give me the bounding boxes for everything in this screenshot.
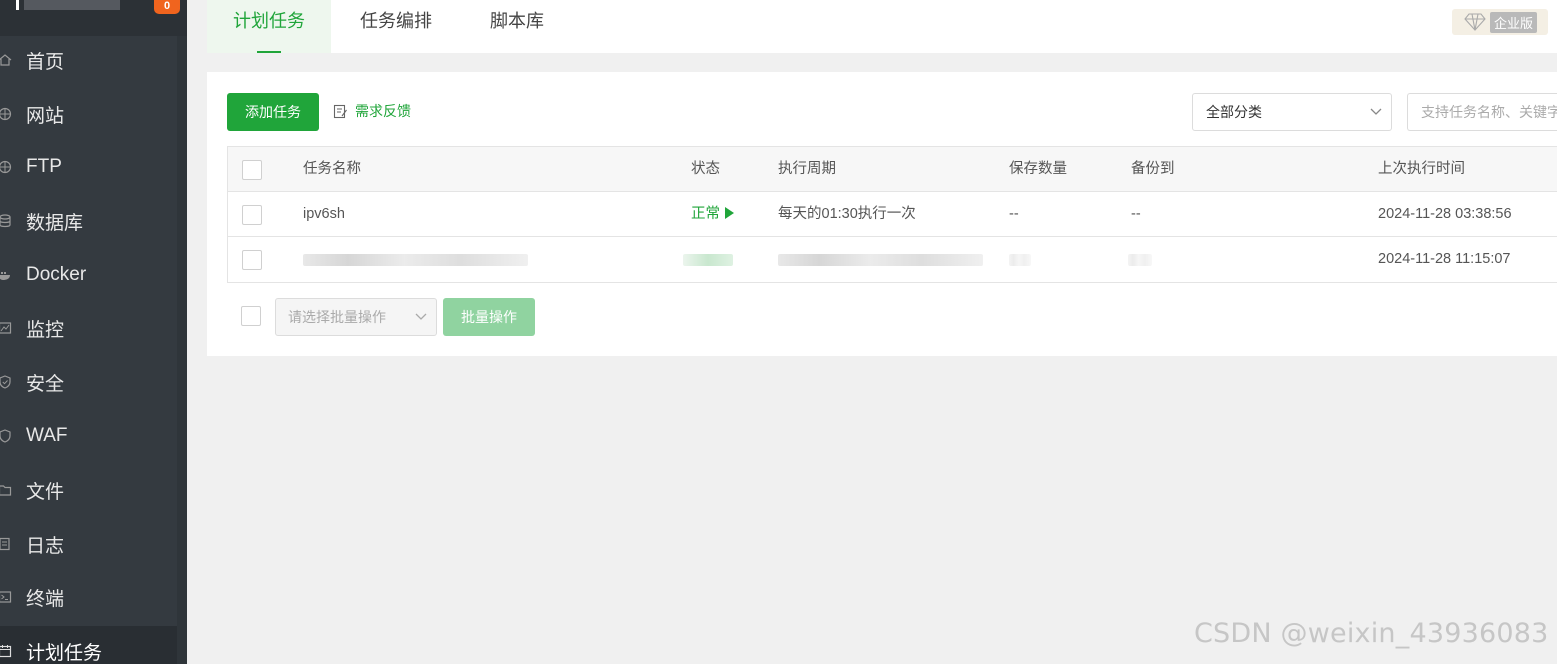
sidebar-item-ftp[interactable]: FTP bbox=[0, 142, 177, 192]
docker-icon bbox=[0, 268, 26, 282]
terminal-icon bbox=[0, 590, 26, 604]
edit-note-icon bbox=[333, 104, 347, 118]
sidebar-header: 0 bbox=[0, 0, 187, 36]
play-icon bbox=[725, 207, 734, 219]
batch-select-all-checkbox[interactable] bbox=[241, 306, 261, 326]
task-status-blurred[interactable] bbox=[683, 254, 733, 266]
waf-shield-icon bbox=[0, 429, 26, 443]
row-checkbox[interactable] bbox=[242, 205, 262, 225]
category-select-value: 全部分类 bbox=[1206, 104, 1262, 120]
diamond-icon bbox=[1464, 13, 1486, 31]
ftp-globe-icon bbox=[0, 160, 26, 174]
tab-task-orchestration[interactable]: 任务编排 bbox=[335, 0, 457, 53]
tab-scheduled-tasks[interactable]: 计划任务 bbox=[207, 0, 331, 53]
sidebar-item-label: 文件 bbox=[26, 481, 65, 503]
sidebar: 0 首页 网站 FTP 数据库 Docker 监控 安全 WAF 文件 日志 终… bbox=[0, 0, 187, 664]
shield-icon bbox=[0, 375, 26, 389]
sidebar-item-label: Docker bbox=[26, 264, 87, 285]
sidebar-header-mark bbox=[16, 0, 19, 10]
sidebar-item-label: WAF bbox=[26, 425, 68, 446]
folder-icon bbox=[0, 483, 26, 497]
select-all-checkbox[interactable] bbox=[242, 160, 262, 180]
log-icon bbox=[0, 537, 26, 551]
col-header-save-count[interactable]: 保存数量 bbox=[1009, 147, 1067, 192]
calendar-icon bbox=[0, 644, 26, 658]
task-backup-to: -- bbox=[1131, 206, 1141, 222]
add-task-button[interactable]: 添加任务 bbox=[227, 93, 319, 131]
status-text: 正常 bbox=[691, 206, 720, 222]
sidebar-item-waf[interactable]: WAF bbox=[0, 411, 177, 461]
database-icon bbox=[0, 214, 26, 228]
sidebar-item-label: 网站 bbox=[26, 105, 65, 127]
feedback-link[interactable]: 需求反馈 bbox=[333, 101, 411, 121]
sidebar-item-website[interactable]: 网站 bbox=[0, 89, 177, 139]
top-tab-bar: 计划任务 任务编排 脚本库 bbox=[207, 0, 1557, 53]
sidebar-item-label: FTP bbox=[26, 156, 62, 177]
task-last-run: 2024-11-28 03:38:56 bbox=[1378, 206, 1512, 222]
col-header-backup-to[interactable]: 备份到 bbox=[1131, 147, 1175, 192]
search-input[interactable]: 支持任务名称、关键字 bbox=[1407, 93, 1557, 131]
task-status[interactable]: 正常 bbox=[691, 192, 734, 237]
table-row[interactable]: 2024-11-28 11:15:07 bbox=[228, 237, 1557, 282]
row-checkbox[interactable] bbox=[242, 250, 262, 270]
task-save-count-blurred bbox=[1009, 254, 1031, 266]
sidebar-item-logs[interactable]: 日志 bbox=[0, 519, 177, 569]
enterprise-label: 企业版 bbox=[1490, 11, 1538, 33]
feedback-label: 需求反馈 bbox=[355, 103, 411, 119]
sidebar-item-label: 终端 bbox=[26, 588, 65, 610]
col-header-cycle[interactable]: 执行周期 bbox=[778, 147, 836, 192]
home-icon bbox=[0, 53, 26, 67]
chevron-down-icon bbox=[415, 313, 427, 320]
task-cycle-blurred bbox=[778, 254, 983, 266]
table-header-row: 任务名称 状态 执行周期 保存数量 备份到 上次执行时间 bbox=[228, 147, 1557, 192]
chevron-down-icon bbox=[1370, 108, 1382, 115]
task-panel: 添加任务 需求反馈 全部分类 支持任务名称、关键字 任务名称 状态 执行周期 保… bbox=[207, 72, 1557, 356]
sidebar-item-label: 安全 bbox=[26, 373, 65, 395]
task-name[interactable]: ipv6sh bbox=[303, 192, 345, 237]
server-name-blurred bbox=[24, 0, 120, 10]
task-backup-to-blurred bbox=[1128, 254, 1152, 266]
col-header-status[interactable]: 状态 bbox=[691, 147, 720, 192]
task-table: 任务名称 状态 执行周期 保存数量 备份到 上次执行时间 ipv6sh 正常 每… bbox=[227, 146, 1557, 283]
sidebar-item-home[interactable]: 首页 bbox=[0, 35, 177, 85]
batch-operation-button[interactable]: 批量操作 bbox=[443, 298, 535, 336]
batch-select-placeholder: 请选择批量操作 bbox=[288, 309, 386, 325]
task-save-count: -- bbox=[1009, 206, 1019, 222]
sidebar-item-label: 首页 bbox=[26, 51, 65, 73]
task-name-blurred[interactable] bbox=[303, 254, 528, 266]
monitor-chart-icon bbox=[0, 321, 26, 335]
globe-icon bbox=[0, 107, 26, 121]
sidebar-item-label: 计划任务 bbox=[26, 642, 103, 664]
sidebar-item-monitor[interactable]: 监控 bbox=[0, 303, 177, 353]
category-select[interactable]: 全部分类 bbox=[1192, 93, 1392, 131]
notification-badge[interactable]: 0 bbox=[154, 0, 180, 14]
sidebar-item-terminal[interactable]: 终端 bbox=[0, 572, 177, 622]
sidebar-item-scheduled-tasks[interactable]: 计划任务 bbox=[0, 626, 177, 664]
col-header-last-run[interactable]: 上次执行时间 bbox=[1378, 147, 1465, 192]
task-last-run: 2024-11-28 11:15:07 bbox=[1378, 251, 1511, 267]
csdn-watermark: CSDN @weixin_43936083 bbox=[1194, 618, 1549, 649]
sidebar-item-label: 监控 bbox=[26, 319, 65, 341]
task-cycle: 每天的01:30执行一次 bbox=[778, 206, 916, 222]
sidebar-item-label: 日志 bbox=[26, 535, 65, 557]
sidebar-item-docker[interactable]: Docker bbox=[0, 250, 177, 300]
sidebar-item-label: 数据库 bbox=[26, 212, 84, 234]
enterprise-edition-badge[interactable]: 企业版 bbox=[1452, 9, 1548, 35]
table-row[interactable]: ipv6sh 正常 每天的01:30执行一次 -- -- 2024-11-28 … bbox=[228, 192, 1557, 237]
tab-script-library[interactable]: 脚本库 bbox=[457, 0, 577, 53]
col-header-name[interactable]: 任务名称 bbox=[303, 147, 361, 192]
batch-operation-select[interactable]: 请选择批量操作 bbox=[275, 298, 437, 336]
sidebar-scrollbar[interactable] bbox=[177, 36, 187, 664]
sidebar-item-database[interactable]: 数据库 bbox=[0, 196, 177, 246]
sidebar-item-security[interactable]: 安全 bbox=[0, 357, 177, 407]
sidebar-item-files[interactable]: 文件 bbox=[0, 465, 177, 515]
